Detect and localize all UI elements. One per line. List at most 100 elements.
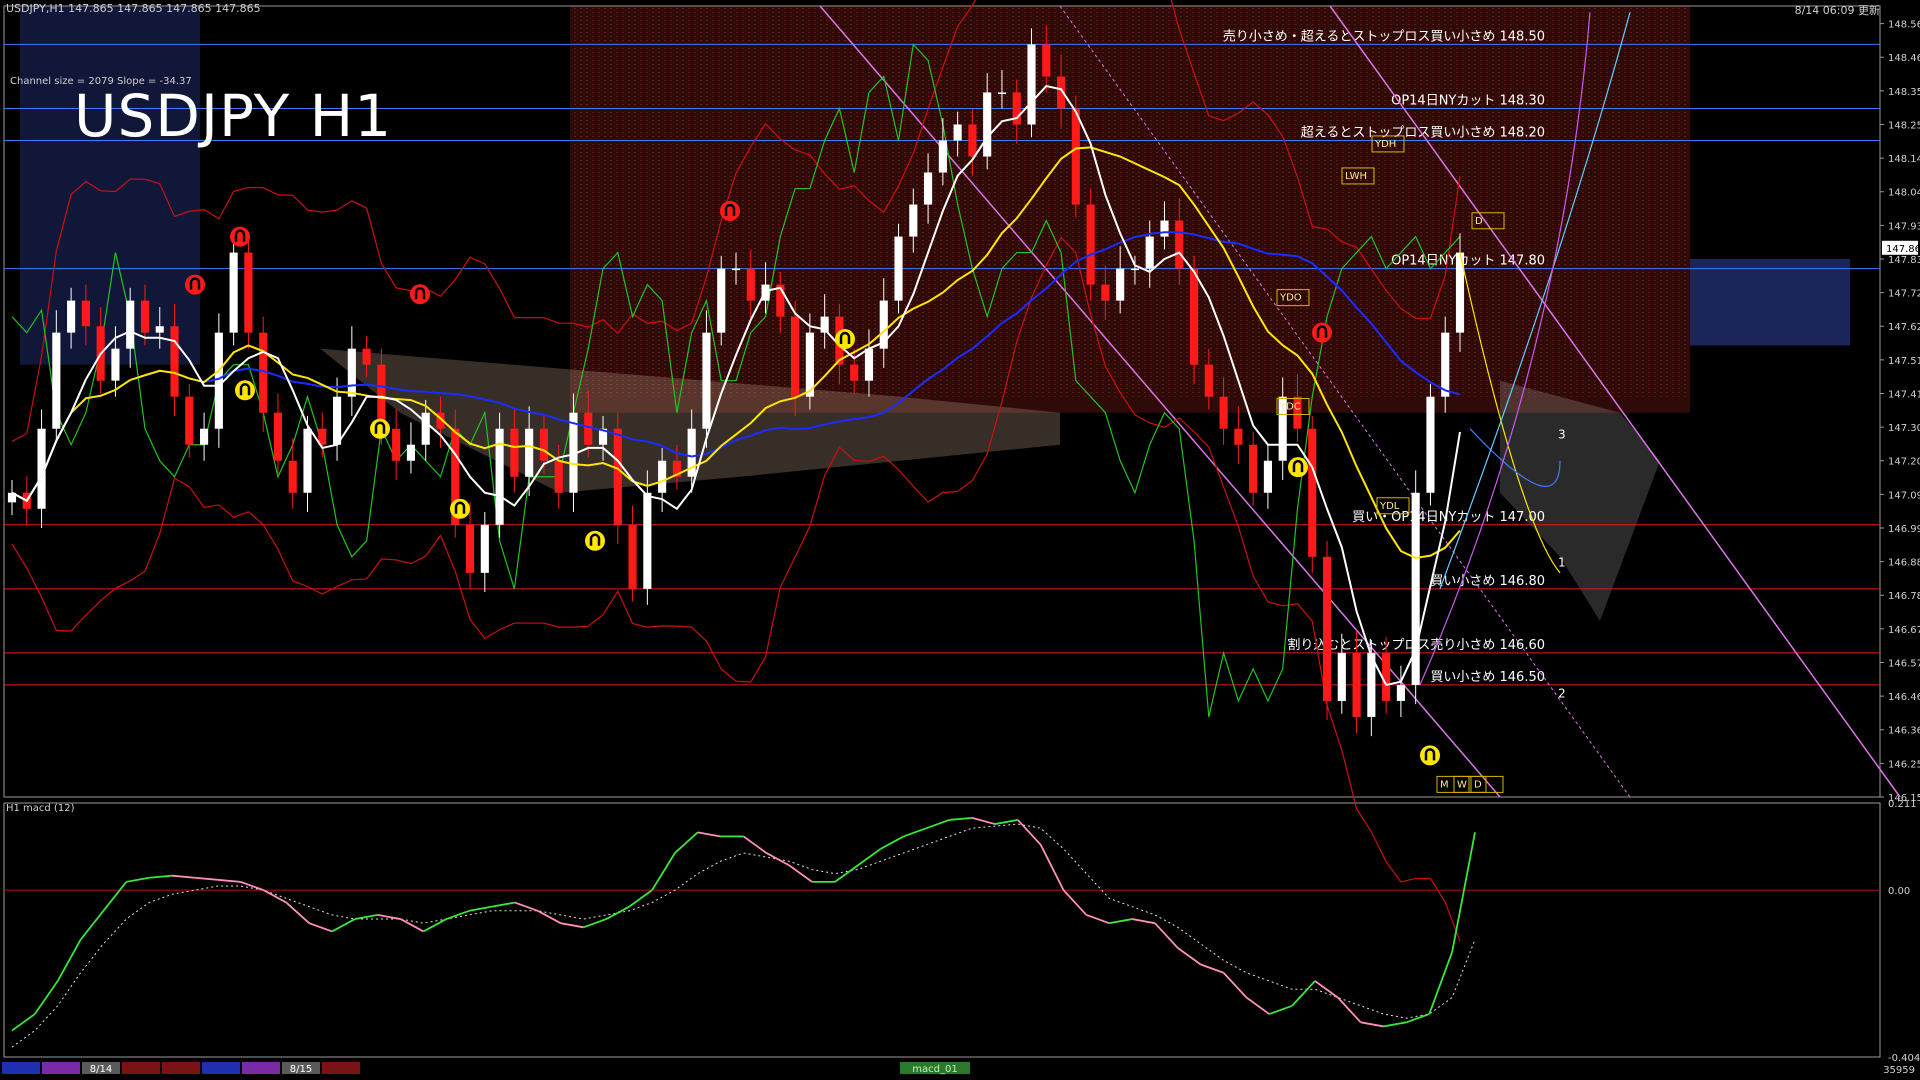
macd-segment bbox=[537, 910, 562, 924]
candle-body bbox=[155, 326, 164, 333]
timeline-tab-label: 8/15 bbox=[290, 1064, 312, 1075]
macd-segment bbox=[102, 881, 128, 912]
macd-tick-label: -0.404 bbox=[1888, 1053, 1920, 1064]
macd-segment bbox=[857, 848, 882, 867]
price-tick-label: 148.460 bbox=[1888, 53, 1920, 64]
macd-segment bbox=[1291, 980, 1316, 1007]
timeline-tab-label: 8/14 bbox=[90, 1064, 112, 1075]
macd-segment bbox=[1086, 914, 1110, 925]
box-label: W bbox=[1457, 779, 1467, 790]
timeline-tab[interactable] bbox=[202, 1062, 240, 1074]
candle-body bbox=[1426, 396, 1435, 493]
macd-segment bbox=[880, 835, 904, 850]
macd-segment bbox=[56, 939, 82, 982]
candle-body bbox=[1441, 332, 1450, 397]
candle-body bbox=[67, 300, 76, 333]
macd-signal-line bbox=[11, 823, 1476, 1048]
macd-segment bbox=[1406, 1013, 1430, 1024]
timeline-tab[interactable] bbox=[42, 1062, 80, 1074]
price-tick-label: 146.885 bbox=[1888, 558, 1920, 569]
candle-body bbox=[791, 316, 800, 397]
candle-body bbox=[1382, 652, 1391, 701]
macd-segment bbox=[994, 819, 1018, 825]
candle-body bbox=[1086, 204, 1095, 285]
timeline-tab[interactable] bbox=[162, 1062, 200, 1074]
level-label: 売り小さめ・超えるとストップロス買い小さめ 148.50 bbox=[1223, 28, 1545, 44]
price-tick-label: 146.255 bbox=[1888, 759, 1920, 770]
candle-body bbox=[658, 460, 667, 493]
price-tick-label: 147.725 bbox=[1888, 289, 1920, 300]
macd-segment bbox=[446, 909, 470, 920]
price-tick-label: 147.620 bbox=[1888, 322, 1920, 333]
candle-body bbox=[229, 252, 238, 333]
macd-panel-frame bbox=[3, 802, 1881, 1058]
candle-body bbox=[554, 460, 563, 493]
macd-segment bbox=[834, 864, 859, 883]
price-tick-label: 146.675 bbox=[1888, 625, 1920, 636]
candle-body bbox=[997, 92, 1007, 94]
candle-body bbox=[510, 428, 519, 477]
macd-segment bbox=[1177, 947, 1202, 966]
macd-segment bbox=[194, 876, 218, 881]
candle-body bbox=[1337, 652, 1346, 701]
price-tick-label: 147.830 bbox=[1888, 255, 1920, 266]
macd-segment bbox=[971, 816, 996, 825]
macd-segment bbox=[514, 901, 539, 912]
macd-segment bbox=[1109, 918, 1133, 925]
price-tick-label: 146.990 bbox=[1888, 524, 1920, 535]
macd-segment bbox=[1154, 922, 1179, 949]
candle-body bbox=[1116, 268, 1125, 301]
candle-body bbox=[1234, 428, 1243, 445]
candle-body bbox=[81, 300, 90, 327]
candle-body bbox=[362, 348, 371, 365]
level-label: 超えるとストップロス買い小さめ 148.20 bbox=[1301, 126, 1545, 141]
candle-body bbox=[909, 204, 918, 237]
footer-counter: 35959 bbox=[1883, 1065, 1915, 1076]
candle-body bbox=[1175, 220, 1184, 269]
candle-body bbox=[273, 412, 283, 461]
price-tick-label: 148.565 bbox=[1888, 20, 1920, 31]
candle-body bbox=[1249, 444, 1258, 493]
macd-segment bbox=[651, 852, 676, 891]
candle-body bbox=[1204, 364, 1213, 397]
macd-segment bbox=[765, 852, 790, 867]
price-tick-label: 146.360 bbox=[1888, 726, 1920, 737]
candle-body bbox=[480, 524, 489, 573]
candle-body bbox=[864, 348, 874, 381]
price-tick-label: 147.935 bbox=[1888, 221, 1920, 232]
macd-tick-label: 0.00 bbox=[1888, 886, 1910, 897]
macd-segment bbox=[171, 874, 195, 879]
candle-body bbox=[746, 268, 755, 301]
macd-segment bbox=[377, 914, 401, 920]
wave-label: 1 bbox=[1558, 555, 1566, 569]
candle-body bbox=[643, 492, 652, 589]
macd-segment bbox=[1039, 844, 1065, 891]
macd-tick-label: 0.211 bbox=[1888, 799, 1917, 810]
macd-segment bbox=[1268, 1004, 1293, 1015]
candle-body bbox=[584, 412, 593, 445]
box-label: D bbox=[1474, 779, 1482, 790]
macd-segment bbox=[742, 835, 767, 854]
symbol-info: USDJPY,H1 147.865 147.865 147.865 147.86… bbox=[6, 2, 261, 15]
candle-body bbox=[1130, 268, 1140, 271]
box-label: LWH bbox=[1345, 171, 1367, 182]
ichimoku-cloud-blue-left bbox=[20, 6, 200, 365]
level-label: 買い小さめ 146.80 bbox=[1430, 574, 1545, 589]
chart-window: 売り小さめ・超えるとストップロス買い小さめ 148.50 OP14日NYカット 1… bbox=[0, 0, 1920, 1080]
timeline-tab[interactable] bbox=[2, 1062, 40, 1074]
price-tick-label: 148.250 bbox=[1888, 120, 1920, 131]
candle-body bbox=[1027, 44, 1036, 125]
price-tick-label: 147.305 bbox=[1888, 423, 1920, 434]
candle-body bbox=[170, 326, 179, 397]
candle-body bbox=[1396, 684, 1405, 701]
timeline-tab[interactable] bbox=[322, 1062, 360, 1074]
candle-body bbox=[628, 524, 637, 589]
price-chart[interactable]: 売り小さめ・超えるとストップロス買い小さめ 148.50 OP14日NYカット 1… bbox=[0, 0, 1920, 1080]
timeline-tab[interactable] bbox=[242, 1062, 280, 1074]
wave-label: 2 bbox=[1558, 687, 1566, 701]
timeline-tab[interactable] bbox=[122, 1062, 160, 1074]
level-label: 買い小さめ 146.50 bbox=[1430, 670, 1545, 685]
macd-segment bbox=[1314, 980, 1339, 999]
ichimoku-cloud-blue-right bbox=[1690, 258, 1850, 346]
macd-segment bbox=[469, 905, 493, 912]
